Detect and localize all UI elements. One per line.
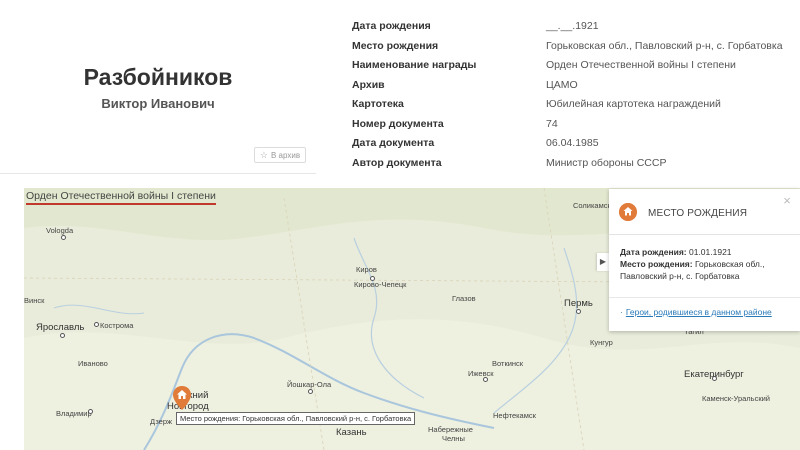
city-dot <box>576 309 581 314</box>
info-label: Картотека <box>352 98 404 110</box>
tab-award[interactable]: Орден Отечественной войны I степени <box>26 190 216 202</box>
award-info-table: Дата рождения __.__.1921 Место рождения … <box>352 18 800 174</box>
city-label: Глазов <box>452 294 476 303</box>
info-row: Наименование награды Орден Отечественной… <box>352 57 800 77</box>
city-label: Нефтекамск <box>493 411 536 420</box>
info-value: 74 <box>546 117 558 130</box>
info-row: Место рождения Горьковская обл., Павловс… <box>352 38 800 58</box>
archive-button[interactable]: ☆ В архив <box>254 147 306 163</box>
city-label: Набережные <box>428 425 473 434</box>
city-dot <box>370 276 375 281</box>
city-label: Владимир <box>56 409 92 418</box>
panel-details: Дата рождения: 01.01.1921 Место рождения… <box>620 246 794 282</box>
info-value: __.__.1921 <box>546 20 599 32</box>
panel-toggle-button[interactable]: ▶ <box>597 253 609 271</box>
city-label: Дзерж <box>150 417 173 426</box>
city-label: Винск <box>24 296 45 305</box>
birth-place-line: Место рождения: Горьковская обл., Павлов… <box>620 258 794 282</box>
home-icon <box>619 203 637 221</box>
info-row: Номер документа 74 <box>352 116 800 136</box>
panel-divider <box>609 297 800 298</box>
city-label: Кирово-Чепецк <box>354 280 407 289</box>
panel-header: МЕСТО РОЖДЕНИЯ × <box>609 189 800 235</box>
city-label: Воткинск <box>492 359 524 368</box>
city-dot <box>308 389 313 394</box>
city-label: Vologda <box>46 226 74 235</box>
info-label: Дата документа <box>352 137 435 149</box>
marker-tooltip: Место рождения: Горьковская обл., Павлов… <box>176 412 416 425</box>
birth-date-value: 01.01.1921 <box>688 247 732 257</box>
info-row: Дата документа 06.04.1985 <box>352 135 800 155</box>
city-label: Кунгур <box>590 338 613 347</box>
city-label: Челны <box>442 434 465 443</box>
city-label: Ярославль <box>36 322 85 333</box>
info-label: Номер документа <box>352 117 444 130</box>
city-dot <box>61 235 66 240</box>
city-label: Соликамск <box>573 201 611 210</box>
city-label: Йошкар-Ола <box>287 380 332 389</box>
info-row: Дата рождения __.__.1921 <box>352 18 800 38</box>
heroes-link-label[interactable]: Герои, родившиеся в данном районе <box>626 307 772 317</box>
archive-button-label: В архив <box>270 150 301 160</box>
panel-title: МЕСТО РОЖДЕНИЯ <box>648 208 748 219</box>
info-value: Горьковская обл., Павловский р-н, с. Гор… <box>546 39 783 52</box>
city-label: Кострома <box>100 321 134 330</box>
person-given-names: Виктор Иванович <box>101 96 215 111</box>
card-divider <box>0 173 316 174</box>
star-icon: ☆ <box>259 149 268 160</box>
city-label: Пермь <box>564 298 593 309</box>
info-row: Автор документа Министр обороны СССР <box>352 155 800 175</box>
info-value: Орден Отечественной войны I степени <box>546 59 736 71</box>
heroes-in-district-link[interactable]: · Герои, родившиеся в данном районе <box>620 307 772 317</box>
info-label: Место рождения <box>352 39 439 52</box>
city-dot <box>712 376 717 381</box>
info-label: Архив <box>352 78 385 91</box>
city-dot <box>483 377 488 382</box>
city-label: Ижевск <box>468 369 494 378</box>
birth-date-line: Дата рождения: 01.01.1921 <box>620 246 794 258</box>
info-value: Юбилейная картотека награждений <box>546 98 721 110</box>
person-card: Разбойников Виктор Иванович ☆ В архив <box>0 0 316 174</box>
city-label: Казань <box>336 427 367 438</box>
birth-date-label: Дата рождения: <box>620 247 687 257</box>
info-value: ЦАМО <box>546 78 578 91</box>
city-label: Каменск-Уральский <box>702 394 771 403</box>
birthplace-panel: МЕСТО РОЖДЕНИЯ × Дата рождения: 01.01.19… <box>609 189 800 331</box>
info-row: Картотека Юбилейная картотека награждени… <box>352 96 800 116</box>
city-dot <box>88 409 93 414</box>
city-label: Киров <box>356 265 377 274</box>
info-value: 06.04.1985 <box>546 137 599 149</box>
info-label: Дата рождения <box>352 20 431 32</box>
info-value: Министр обороны СССР <box>546 156 667 169</box>
person-surname: Разбойников <box>83 64 233 90</box>
tab-underline <box>26 203 216 205</box>
close-icon[interactable]: × <box>780 194 794 208</box>
bullet-icon: · <box>620 307 623 317</box>
info-label: Автор документа <box>352 156 442 169</box>
city-dot <box>60 333 65 338</box>
birthplace-marker[interactable] <box>172 385 192 411</box>
info-row: Архив ЦАМО <box>352 77 800 97</box>
birth-place-label: Место рождения: <box>620 259 693 269</box>
info-label: Наименование награды <box>352 59 477 71</box>
city-label: Иваново <box>78 359 108 368</box>
city-dot <box>94 322 99 327</box>
